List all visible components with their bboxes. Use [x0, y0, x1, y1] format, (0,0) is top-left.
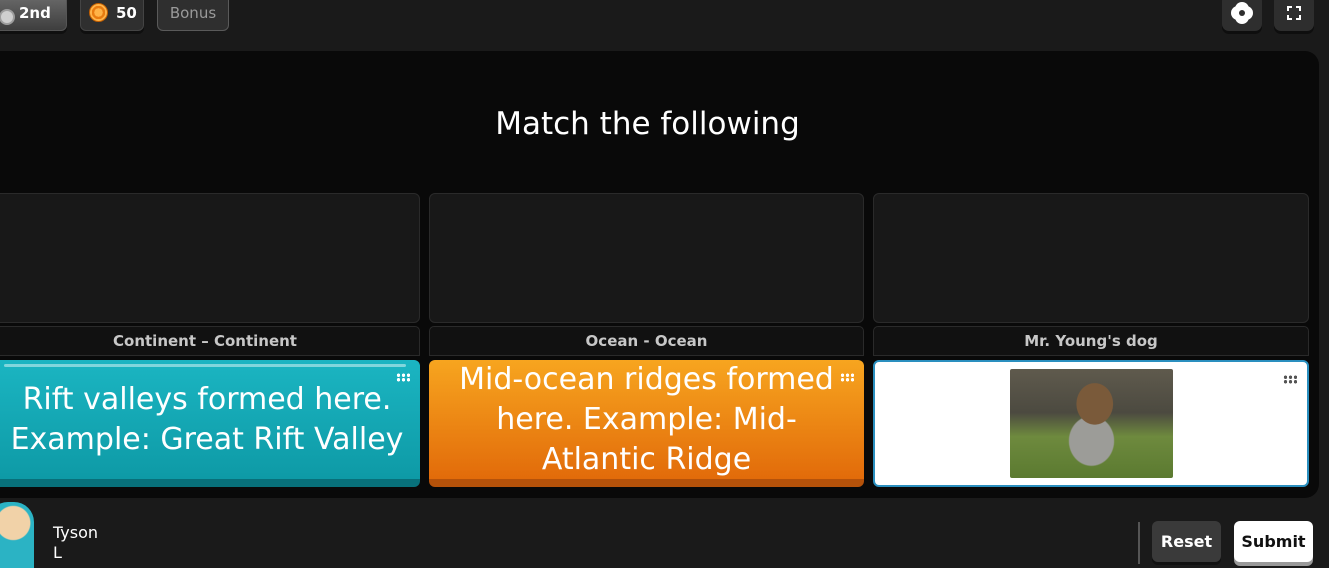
- player-name: Tyson L: [53, 523, 98, 563]
- player-last-initial: L: [53, 543, 62, 562]
- coin-count: 50: [116, 3, 137, 22]
- submit-button[interactable]: Submit: [1234, 521, 1313, 562]
- drag-handle-icon[interactable]: [840, 373, 854, 382]
- coin-counter: 50: [80, 0, 144, 31]
- gear-icon: [1232, 3, 1252, 23]
- question-title: Match the following: [495, 106, 800, 142]
- fullscreen-icon: [1287, 5, 1301, 20]
- bonus-button[interactable]: Bonus: [157, 0, 229, 31]
- match-label-3: Mr. Young's dog: [873, 326, 1309, 356]
- fullscreen-button[interactable]: [1274, 0, 1314, 31]
- reset-button[interactable]: Reset: [1152, 521, 1221, 562]
- rank-text: 2nd: [19, 3, 51, 22]
- drop-zone-3[interactable]: [873, 193, 1309, 323]
- draggable-card-2[interactable]: Mid-ocean ridges formed here. Example: M…: [429, 360, 864, 487]
- match-label-1: Continent – Continent: [0, 326, 420, 356]
- bonus-label: Bonus: [169, 3, 217, 22]
- draggable-card-3[interactable]: [873, 360, 1309, 487]
- drag-handle-icon[interactable]: [1283, 375, 1297, 384]
- rank-badge: 2nd: [0, 0, 67, 31]
- settings-button[interactable]: [1222, 0, 1262, 31]
- drag-handle-icon[interactable]: [396, 373, 410, 382]
- drop-zone-2[interactable]: [429, 193, 864, 323]
- card-text: Mid-ocean ridges formed here. Example: M…: [459, 361, 834, 477]
- divider: [1138, 522, 1140, 564]
- draggable-card-1[interactable]: Rift valleys formed here. Example: Great…: [0, 360, 420, 487]
- coin-icon: [89, 3, 108, 22]
- drop-zone-1[interactable]: [0, 193, 420, 323]
- player-first-name: Tyson: [53, 523, 99, 542]
- dog-photo: [1009, 369, 1173, 478]
- medal-icon: [0, 5, 15, 25]
- avatar: [0, 502, 34, 568]
- match-label-2: Ocean - Ocean: [429, 326, 864, 356]
- card-text: Rift valleys formed here. Example: Great…: [10, 381, 404, 457]
